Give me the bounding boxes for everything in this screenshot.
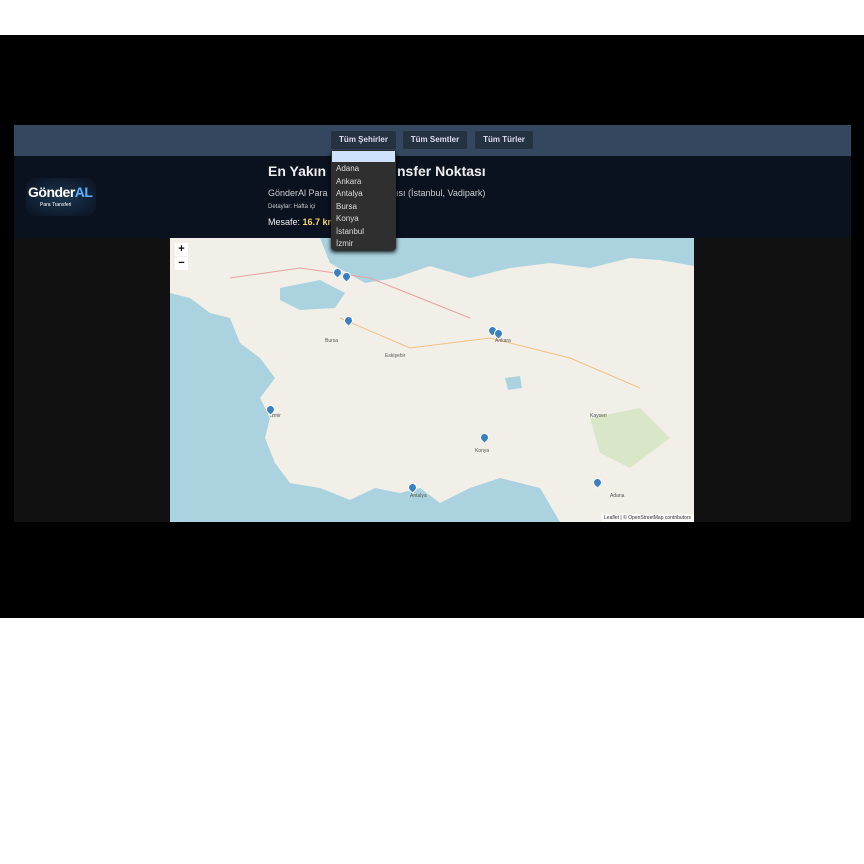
result-details: Detaylar: Hafta içi [268, 204, 316, 210]
map-label: Kayseri [590, 413, 607, 419]
app-window: Tüm Şehirler Tüm Semtler Tüm Türler Gönd… [14, 125, 851, 522]
city-option[interactable]: Antalya [331, 188, 396, 201]
map-label: Adana [610, 493, 625, 499]
city-option[interactable]: İzmir [331, 238, 396, 251]
city-option[interactable]: Konya [331, 213, 396, 226]
city-filter-select[interactable]: Tüm Şehirler [331, 131, 396, 149]
map-label: Antalya [410, 493, 427, 499]
screen: Tüm Şehirler Tüm Semtler Tüm Türler Gönd… [0, 35, 864, 618]
result-name-rest: ısı (İstanbul, Vadipark) [396, 188, 486, 198]
map-label: Konya [475, 448, 490, 454]
city-option[interactable]: Ankara [331, 176, 396, 189]
city-option[interactable]: İstanbul [331, 226, 396, 239]
map-attribution[interactable]: Leaflet | © OpenStreetMap contributors [601, 514, 694, 522]
gonderal-logo: GönderAL Para Transferi [26, 178, 96, 216]
result-distance: Mesafe: 16.7 km [268, 217, 336, 227]
city-dropdown-menu: Adana Ankara Antalya Bursa Konya İstanbu… [331, 150, 396, 250]
zoom-in-button[interactable]: + [175, 243, 188, 256]
map-land [170, 238, 694, 522]
map-label: Eskişehir [385, 353, 406, 359]
nearest-point-header: GönderAL Para Transferi En Yakın nsfer N… [14, 156, 851, 238]
zoom-out-button[interactable]: − [175, 257, 188, 270]
result-name: GönderAl Para [268, 188, 328, 198]
district-filter-select[interactable]: Tüm Semtler [403, 131, 467, 149]
city-option[interactable]: Bursa [331, 201, 396, 214]
result-title: En Yakın [268, 163, 327, 179]
city-option[interactable]: Adana [331, 163, 396, 176]
map[interactable]: + − Bursa Ankara İzmir Konya Antalya Ada… [170, 238, 694, 522]
type-filter-select[interactable]: Tüm Türler [475, 131, 533, 149]
result-title-rest: nsfer Noktası [397, 163, 486, 179]
filter-bar: Tüm Şehirler Tüm Semtler Tüm Türler [14, 125, 851, 156]
map-label: Bursa [325, 338, 339, 344]
dropdown-highlight[interactable] [332, 151, 395, 162]
